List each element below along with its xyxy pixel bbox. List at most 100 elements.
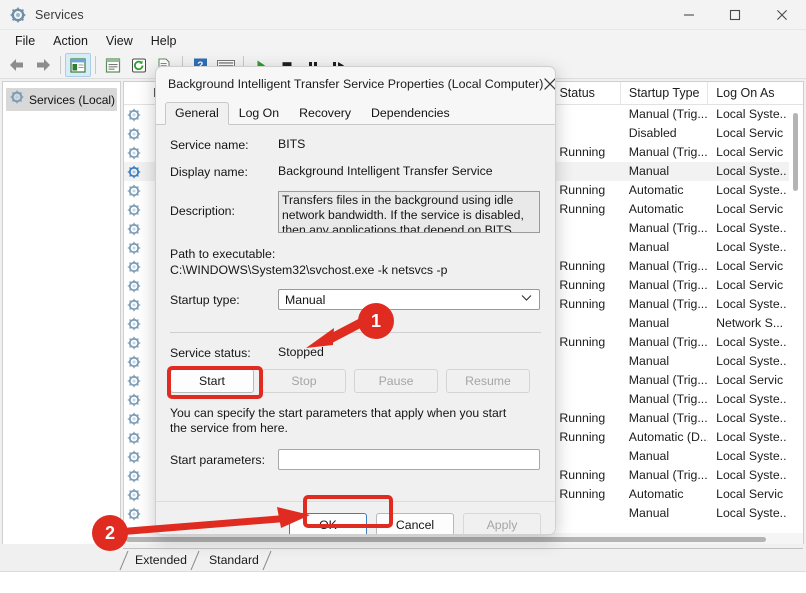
service-gear-icon (124, 447, 145, 466)
service-properties-dialog: Background Intelligent Transfer Service … (155, 66, 556, 535)
path-to-executable-value: C:\WINDOWS\System32\svchost.exe -k netsv… (170, 263, 448, 277)
cancel-button[interactable]: Cancel (376, 513, 454, 534)
cell-status: Running (559, 297, 606, 311)
dialog-titlebar: Background Intelligent Transfer Service … (156, 67, 555, 101)
cell-status (551, 504, 620, 523)
chevron-down-icon (521, 294, 532, 305)
refresh-icon[interactable] (126, 53, 152, 77)
tab-dependencies[interactable]: Dependencies (361, 102, 460, 125)
cell-status: Running (559, 183, 606, 197)
cell-status: Running (559, 202, 606, 216)
cell-status (551, 447, 620, 466)
service-name-label: Service name: (170, 138, 249, 152)
menu-item-file[interactable]: File (6, 32, 44, 50)
service-gear-icon (124, 105, 145, 124)
column-header-startup[interactable]: Startup Type (621, 82, 709, 105)
cell-status (551, 352, 620, 371)
menu-item-help[interactable]: Help (142, 32, 186, 50)
start-button[interactable]: Start (170, 369, 254, 393)
menu-item-action[interactable]: Action (44, 32, 97, 50)
cell-startup-type: Manual (Trig... (628, 107, 708, 121)
toolbar-separator (60, 56, 61, 74)
cell-startup-type: Manual (628, 449, 670, 463)
cell-startup-type: Manual (628, 316, 670, 330)
tab-recovery[interactable]: Recovery (289, 102, 361, 125)
tab-slash-icon (261, 550, 273, 571)
startup-type-label: Startup type: (170, 293, 240, 307)
service-name-row: Service name: BITS (170, 137, 541, 152)
cell-status (551, 371, 620, 390)
console-tree-pane: Services (Local) (2, 81, 121, 546)
service-gear-icon (124, 428, 145, 447)
startup-type-row: Startup type: Manual (170, 289, 541, 310)
list-vertical-scrollbar[interactable] (789, 105, 803, 533)
resume-button: Resume (446, 369, 530, 393)
cell-startup-type: Automatic (628, 202, 684, 216)
forward-arrow-icon[interactable] (30, 53, 56, 77)
cell-status (551, 219, 620, 238)
cell-startup-type: Manual (Trig... (628, 278, 708, 292)
dialog-title: Background Intelligent Transfer Service … (168, 77, 544, 91)
service-gear-icon (124, 162, 145, 181)
tab-standard[interactable]: Standard (197, 550, 272, 571)
cell-startup-type: Manual (Trig... (628, 297, 708, 311)
service-gear-icon (124, 200, 145, 219)
service-gear-icon (124, 485, 145, 504)
pause-button: Pause (354, 369, 438, 393)
tab-extended[interactable]: Extended (119, 550, 200, 571)
cell-status: Running (559, 411, 606, 425)
service-gear-icon (124, 390, 145, 409)
tab-general[interactable]: General (165, 102, 229, 125)
tab-slash-icon (118, 550, 130, 571)
window-title: Services (35, 7, 84, 22)
service-gear-icon (124, 409, 145, 428)
service-gear-icon (124, 371, 145, 390)
minimize-icon[interactable] (666, 0, 712, 30)
service-control-buttons: Start Stop Pause Resume (170, 369, 541, 393)
menu-item-view[interactable]: View (97, 32, 142, 50)
cell-status (551, 390, 620, 409)
cell-startup-type: Automatic (D... (628, 430, 709, 444)
maximize-icon[interactable] (712, 0, 758, 30)
service-gear-icon (124, 295, 145, 314)
window-titlebar: Services (0, 0, 806, 30)
service-gear-icon (124, 143, 145, 162)
cell-status (551, 124, 620, 143)
service-status-label: Service status: (170, 346, 251, 360)
show-hide-console-tree-icon[interactable] (65, 53, 91, 77)
cell-startup-type: Manual (Trig... (628, 259, 708, 273)
service-status-value: Stopped (278, 345, 324, 359)
startup-type-select[interactable]: Manual (278, 289, 540, 310)
column-header-status[interactable]: Status (551, 82, 621, 105)
column-header-logon[interactable]: Log On As (708, 82, 803, 105)
dialog-tabs: General Log On Recovery Dependencies (156, 101, 555, 125)
service-gear-icon (124, 504, 145, 523)
cell-status (551, 162, 620, 181)
close-icon[interactable] (543, 67, 555, 101)
cell-startup-type: Manual (Trig... (628, 221, 708, 235)
statusbar (0, 571, 806, 593)
cell-status: Running (559, 278, 606, 292)
service-gear-icon (124, 219, 145, 238)
sidebar-item-services-local[interactable]: Services (Local) (6, 88, 117, 111)
toolbar-separator (95, 56, 96, 74)
close-icon[interactable] (758, 0, 806, 30)
tab-log-on[interactable]: Log On (229, 102, 289, 125)
cell-status: Running (559, 487, 606, 501)
vertical-scroll-thumb[interactable] (793, 113, 798, 191)
description-textbox[interactable]: Transfers files in the background using … (278, 191, 540, 233)
horizontal-scroll-thumb[interactable] (126, 537, 766, 542)
cell-startup-type: Manual (Trig... (628, 392, 708, 406)
display-name-value: Background Intelligent Transfer Service (278, 164, 493, 178)
display-name-label: Display name: (170, 165, 248, 179)
cell-startup-type: Manual (628, 164, 670, 178)
cell-status (551, 314, 620, 333)
section-divider (170, 332, 541, 333)
apply-button: Apply (463, 513, 541, 534)
properties-icon[interactable] (100, 53, 126, 77)
ok-button[interactable]: OK (289, 513, 367, 534)
start-parameters-input[interactable] (278, 449, 540, 470)
annotation-badge-1: 1 (358, 303, 394, 339)
cell-status: Running (559, 335, 606, 349)
back-arrow-icon[interactable] (4, 53, 30, 77)
